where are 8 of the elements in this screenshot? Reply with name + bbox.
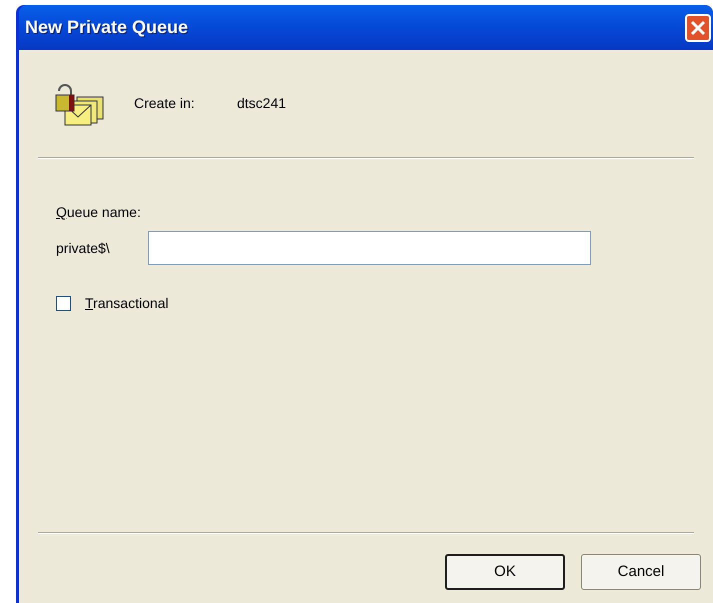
queue-prefix: private$\: [56, 238, 111, 258]
ok-button[interactable]: OK: [445, 554, 565, 590]
window-title: New Private Queue: [25, 16, 188, 39]
create-in-value: dtsc241: [237, 94, 286, 113]
cancel-button[interactable]: Cancel: [581, 554, 701, 590]
transactional-label: Transactional: [85, 294, 169, 313]
create-in-label: Create in:: [134, 94, 196, 113]
queue-name-label: Queue name:: [56, 203, 142, 222]
